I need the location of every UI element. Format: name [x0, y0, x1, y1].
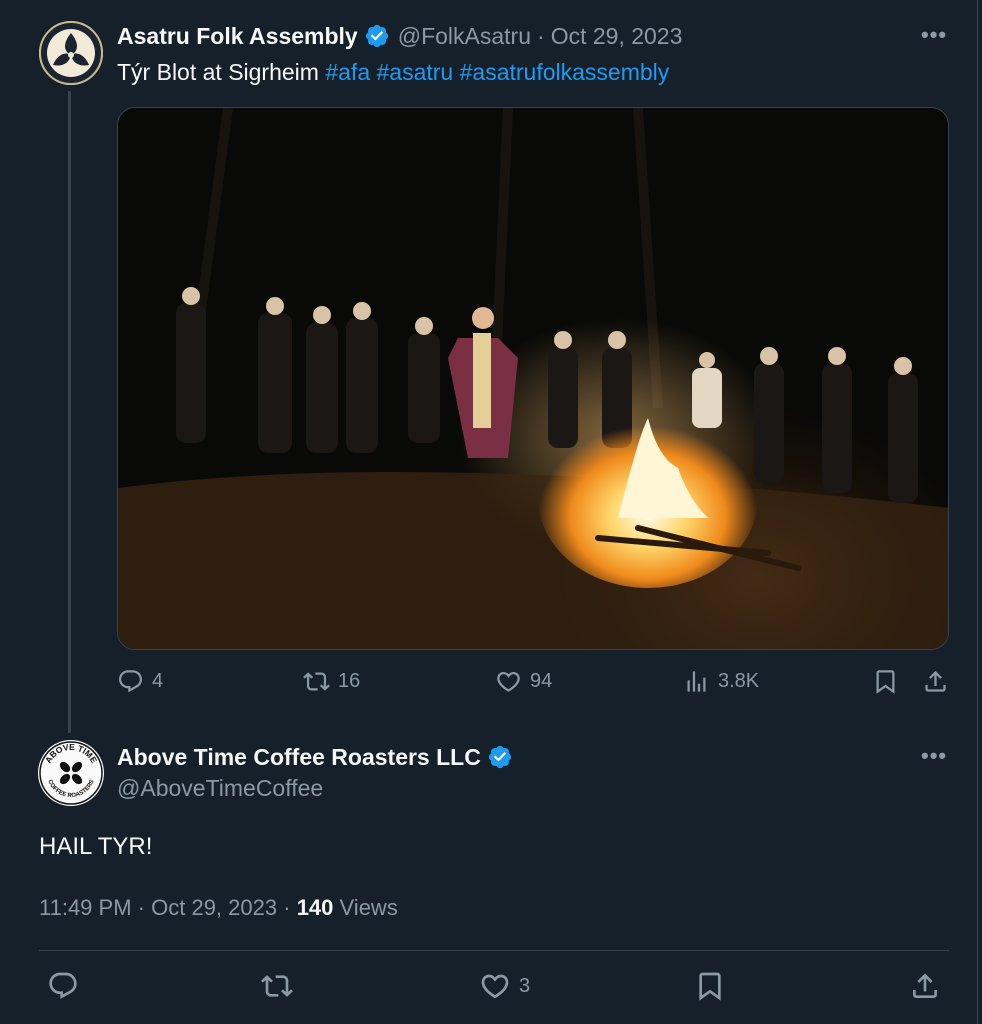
- tweet-text-body: Týr Blot at Sigrheim: [117, 59, 319, 85]
- tweet-meta: 11:49 PM · Oct 29, 2023 · 140 Views: [39, 895, 398, 921]
- author-handle[interactable]: @FolkAsatru: [398, 23, 531, 50]
- avatar[interactable]: ABOVE TIME COFFEE ROASTERS: [38, 740, 104, 806]
- share-button[interactable]: [922, 668, 949, 695]
- hashtag-link[interactable]: #afa: [325, 59, 370, 85]
- reply-button[interactable]: [47, 970, 79, 1002]
- like-button[interactable]: 94: [495, 668, 552, 695]
- bookmark-button[interactable]: [694, 970, 726, 1002]
- like-button[interactable]: 3: [479, 970, 530, 1002]
- tweet-photo[interactable]: [117, 107, 949, 650]
- coffee-roaster-logo-icon: ABOVE TIME COFFEE ROASTERS: [39, 741, 103, 805]
- retweet-button[interactable]: [261, 970, 293, 1002]
- like-icon: [497, 671, 520, 692]
- tweet-header: Above Time Coffee Roasters LLC: [117, 742, 513, 772]
- retweet-button[interactable]: 16: [303, 668, 360, 695]
- tweet-text: HAIL TYR!: [39, 833, 153, 860]
- more-icon[interactable]: •••: [921, 22, 947, 48]
- reply-count: 4: [152, 670, 164, 692]
- hashtag-link[interactable]: #asatru: [377, 59, 454, 85]
- verified-badge-icon: [487, 744, 513, 770]
- bookmark-button[interactable]: [872, 668, 899, 695]
- separator: ·: [137, 895, 145, 920]
- verified-badge-icon: [364, 23, 390, 49]
- avatar[interactable]: [39, 21, 103, 85]
- tweet-date[interactable]: Oct 29, 2023: [551, 23, 683, 50]
- more-icon[interactable]: •••: [921, 743, 947, 769]
- retweet-icon: [261, 975, 293, 997]
- tweet-actions: 3: [39, 970, 949, 1010]
- triquetra-logo-icon: [39, 21, 103, 85]
- views-label: Views: [339, 895, 398, 920]
- tweet-time[interactable]: 11:49 PM: [39, 895, 132, 920]
- views-button[interactable]: 3.8K: [683, 668, 759, 695]
- divider: [39, 950, 949, 951]
- like-count: 94: [530, 670, 553, 692]
- retweet-count: 16: [338, 670, 361, 692]
- views-count: 140: [296, 895, 334, 920]
- bookmark-icon: [876, 670, 895, 694]
- like-count: 3: [519, 974, 531, 997]
- retweet-icon: [303, 672, 330, 691]
- tweet-text: Týr Blot at Sigrheim #afa #asatru #asatr…: [117, 57, 669, 87]
- reply-icon: [49, 972, 77, 999]
- photo-bonfire: [118, 108, 948, 649]
- share-icon: [925, 670, 946, 692]
- reply-button[interactable]: 4: [117, 668, 163, 695]
- views-icon: [687, 671, 706, 692]
- share-button[interactable]: [909, 970, 941, 1002]
- hashtag-link[interactable]: #asatrufolkassembly: [460, 59, 670, 85]
- bookmark-icon: [699, 972, 721, 1001]
- tweet-date[interactable]: Oct 29, 2023: [151, 895, 277, 920]
- share-icon: [913, 973, 937, 998]
- thread-line: [68, 91, 71, 733]
- separator: ·: [283, 895, 291, 920]
- reply-icon: [118, 670, 143, 693]
- tweet-header: Asatru Folk Assembly @FolkAsatru · Oct 2…: [117, 21, 682, 51]
- author-handle[interactable]: @AboveTimeCoffee: [117, 775, 323, 802]
- tweet-actions: 4 16 94 3.8K: [117, 668, 949, 708]
- parent-tweet[interactable]: Asatru Folk Assembly @FolkAsatru · Oct 2…: [0, 0, 978, 733]
- separator: ·: [537, 22, 545, 49]
- views-count: 3.8K: [718, 670, 760, 692]
- like-icon: [481, 974, 509, 999]
- author-name[interactable]: Asatru Folk Assembly: [117, 23, 358, 50]
- author-name[interactable]: Above Time Coffee Roasters LLC: [117, 744, 481, 771]
